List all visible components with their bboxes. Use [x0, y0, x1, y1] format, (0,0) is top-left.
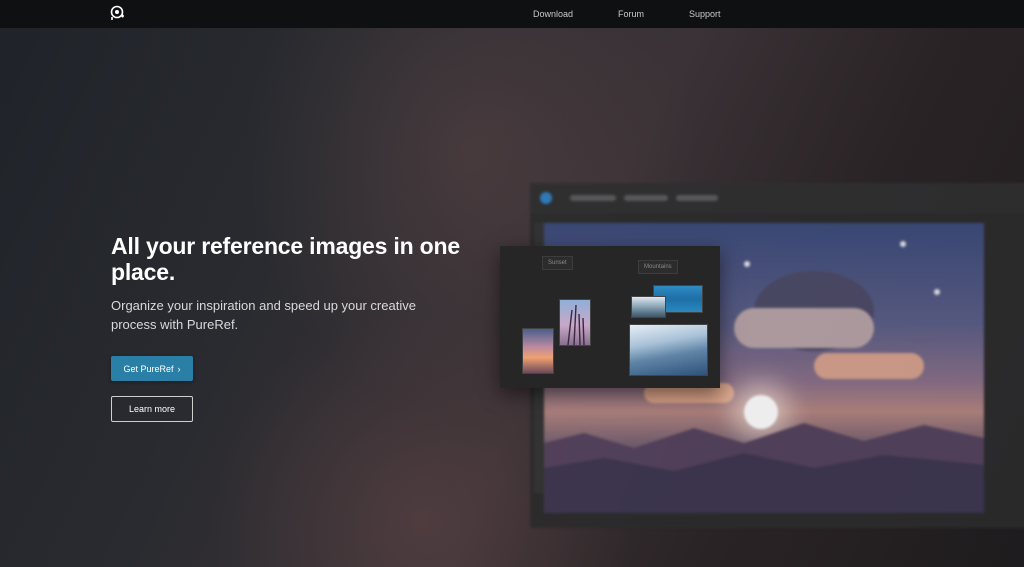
- nav-link-support[interactable]: Support: [689, 0, 721, 28]
- reference-board-preview: Sunset Mountains: [500, 246, 720, 388]
- sunset-group-label-text: Sunset: [548, 260, 567, 266]
- star: [900, 241, 906, 247]
- pureref-logo-icon[interactable]: [109, 4, 127, 22]
- misty-mountain-thumbnail: [631, 296, 666, 318]
- cloud: [814, 353, 924, 379]
- nav-link-forum-label[interactable]: Forum: [618, 9, 644, 19]
- sunset-thumbnail: [522, 328, 554, 374]
- learn-more-button[interactable]: Learn more: [111, 396, 193, 422]
- mountains-group-label: Mountains: [638, 260, 678, 274]
- sunset-group-label: Sunset: [542, 256, 573, 270]
- hero-title: All your reference images in one place.: [111, 233, 460, 285]
- get-pureref-button-label: Get PureRef: [123, 363, 174, 374]
- app-toolbar-placeholder: [676, 195, 718, 201]
- star: [934, 289, 940, 295]
- learn-more-button-label: Learn more: [128, 404, 176, 414]
- mountain-range-thumbnail: [629, 324, 708, 376]
- hero-subtitle: Organize your inspiration and speed up y…: [111, 298, 416, 332]
- lavender-thumbnail: [559, 299, 591, 346]
- nav-link-support-label[interactable]: Support: [689, 9, 721, 19]
- chevron-right-icon: ›: [177, 363, 181, 374]
- nav-link-forum[interactable]: Forum: [618, 0, 644, 28]
- nav-link-download[interactable]: Download: [533, 0, 573, 28]
- cloud: [734, 308, 874, 348]
- app-toolbar-placeholder: [624, 195, 668, 201]
- grass-icon: [567, 304, 585, 346]
- mountains: [544, 423, 984, 513]
- app-icon: [540, 192, 552, 204]
- star: [744, 261, 750, 267]
- get-pureref-button[interactable]: Get PureRef ›: [111, 356, 193, 381]
- top-navigation-bar: Download Forum Support: [0, 0, 1024, 28]
- app-toolbar: [530, 183, 1024, 213]
- app-toolbar-placeholder: [570, 195, 616, 201]
- nav-link-download-label[interactable]: Download: [533, 9, 573, 19]
- mountains-group-label-text: Mountains: [644, 264, 672, 270]
